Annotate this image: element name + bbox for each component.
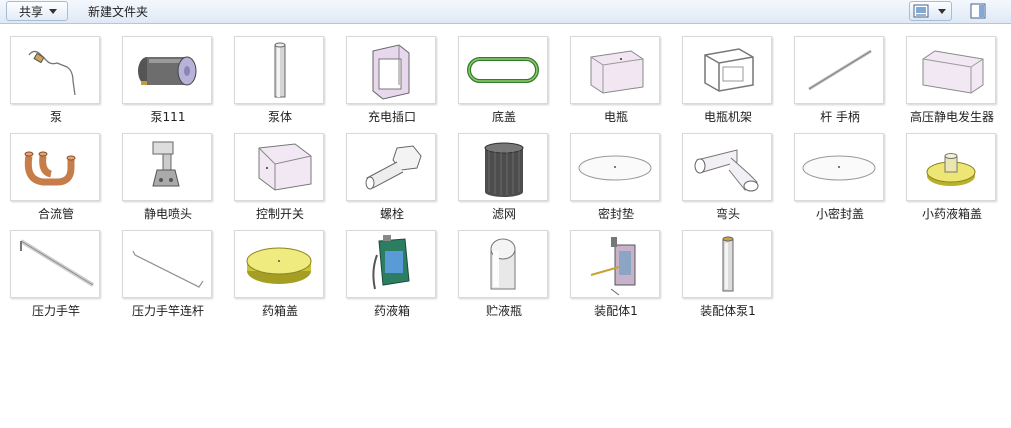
capsule-bottle-icon — [458, 230, 548, 298]
file-item[interactable]: 杆 手柄 — [784, 34, 896, 130]
file-name-label: 电瓶机架 — [703, 110, 752, 124]
file-name-label: 底盖 — [491, 110, 516, 124]
file-item[interactable]: 滤网 — [448, 131, 560, 227]
wire-rack-icon — [682, 36, 772, 104]
file-name-label: 泵 — [49, 110, 62, 124]
motor-cylinder-icon — [122, 36, 212, 104]
new-folder-button[interactable]: 新建文件夹 — [88, 3, 148, 20]
file-name-label: 泵111 — [150, 110, 186, 124]
file-name-label: 控制开关 — [255, 207, 304, 221]
file-name-label: 合流管 — [37, 207, 74, 221]
file-name-label: 药箱盖 — [261, 304, 298, 318]
file-name-label: 小密封盖 — [815, 207, 864, 221]
file-item[interactable]: 药液箱 — [336, 228, 448, 324]
view-icon — [913, 4, 929, 18]
preview-pane-icon — [970, 3, 986, 19]
file-name-label: 滤网 — [491, 207, 516, 221]
long-rod-icon — [10, 230, 100, 298]
assembly-icon — [570, 230, 660, 298]
file-item[interactable]: 药箱盖 — [224, 228, 336, 324]
chevron-down-icon — [937, 8, 946, 14]
bent-wire-pump-icon — [10, 36, 100, 104]
yellow-lid-icon — [234, 230, 324, 298]
command-bar: 共享 新建文件夹 — [0, 0, 1011, 24]
flat-disc-icon — [794, 133, 884, 201]
file-item[interactable]: 合流管 — [0, 131, 112, 227]
file-name-label: 装配体1 — [594, 304, 638, 318]
file-name-label: 杆 手柄 — [820, 110, 860, 124]
file-name-label: 螺栓 — [379, 207, 404, 221]
bent-rod-icon — [122, 230, 212, 298]
file-item[interactable]: 装配体1 — [560, 228, 672, 324]
chevron-down-icon — [49, 8, 58, 14]
file-name-label: 压力手竿连杆 — [131, 304, 204, 318]
file-item[interactable]: 压力手竿连杆 — [112, 228, 224, 324]
file-item[interactable]: 泵体 — [224, 34, 336, 130]
share-button[interactable]: 共享 — [6, 1, 69, 21]
vertical-cylinder-icon — [234, 36, 324, 104]
file-item[interactable]: 静电喷头 — [112, 131, 224, 227]
file-name-label: 泵体 — [267, 110, 292, 124]
file-item[interactable]: 控制开关 — [224, 131, 336, 227]
file-item[interactable]: 密封垫 — [560, 131, 672, 227]
file-item[interactable]: 底盖 — [448, 34, 560, 130]
mesh-cylinder-icon — [458, 133, 548, 201]
file-item[interactable]: 电瓶 — [560, 34, 672, 130]
flat-box-icon — [906, 36, 996, 104]
copper-pipe-icon — [10, 133, 100, 201]
share-label: 共享 — [19, 4, 44, 19]
battery-box-icon — [570, 36, 660, 104]
file-name-label: 贮液瓶 — [485, 304, 522, 318]
file-item[interactable]: 小密封盖 — [784, 131, 896, 227]
file-item[interactable]: 电瓶机架 — [672, 34, 784, 130]
file-item[interactable]: 泵111 — [112, 34, 224, 130]
thin-rod-icon — [794, 36, 884, 104]
flat-disc-icon — [570, 133, 660, 201]
file-item[interactable]: 充电插口 — [336, 34, 448, 130]
view-options-dropdown[interactable] — [932, 1, 952, 21]
bolt-icon — [346, 133, 436, 201]
file-name-label: 压力手竿 — [31, 304, 80, 318]
file-item[interactable]: 贮液瓶 — [448, 228, 560, 324]
file-item[interactable]: 泵 — [0, 34, 112, 130]
file-name-label: 电瓶 — [603, 110, 628, 124]
file-item[interactable]: 弯头 — [672, 131, 784, 227]
file-item[interactable]: 小药液箱盖 — [896, 131, 1008, 227]
green-tank-icon — [346, 230, 436, 298]
file-name-label: 弯头 — [715, 207, 740, 221]
file-item[interactable]: 装配体泵1 — [672, 228, 784, 324]
file-item[interactable]: 螺栓 — [336, 131, 448, 227]
file-name-label: 充电插口 — [367, 110, 416, 124]
file-name-label: 药液箱 — [373, 304, 410, 318]
preview-pane-button[interactable] — [966, 1, 990, 21]
wedge-block-icon — [234, 133, 324, 201]
green-belt-icon — [458, 36, 548, 104]
open-box-frame-icon — [346, 36, 436, 104]
file-name-label: 装配体泵1 — [700, 304, 756, 318]
pump-tube-icon — [682, 230, 772, 298]
file-name-label: 高压静电发生器 — [909, 110, 994, 124]
file-item[interactable]: 高压静电发生器 — [896, 34, 1008, 130]
nozzle-icon — [122, 133, 212, 201]
yellow-cap-knob-icon — [906, 133, 996, 201]
change-view-button[interactable] — [909, 1, 933, 21]
file-name-label: 静电喷头 — [143, 207, 192, 221]
file-item[interactable]: 压力手竿 — [0, 228, 112, 324]
elbow-pipe-icon — [682, 133, 772, 201]
file-name-label: 小药液箱盖 — [921, 207, 982, 221]
file-name-label: 密封垫 — [597, 207, 634, 221]
